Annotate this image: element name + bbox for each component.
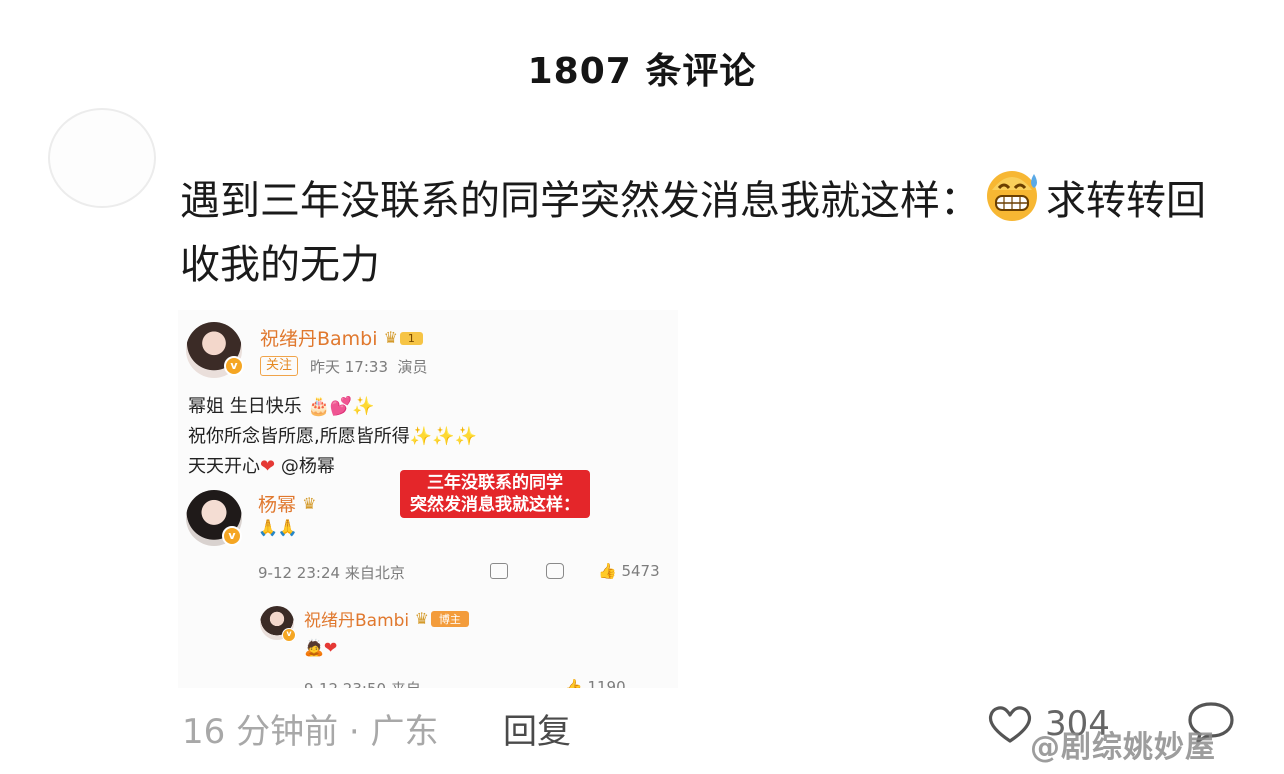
top-edge-dots [1060, 0, 1240, 4]
follow-button[interactable]: 关注 [260, 356, 299, 376]
mention-link[interactable]: @杨幂 [281, 456, 335, 477]
comment-icon[interactable] [546, 563, 564, 579]
reply-button[interactable]: 回复 [503, 704, 571, 753]
thumbs-up-icon[interactable]: 👍 [598, 562, 617, 580]
post-author-name: 祝绪丹Bambi ♛ 1 [260, 324, 423, 351]
subreply-author-name: 祝绪丹Bambi ♛ 博主 [304, 606, 469, 631]
blogger-badge: 博主 [430, 611, 469, 627]
fan-level-badge: 1 [399, 332, 423, 345]
reply-author-name: 杨幂 ♛ [258, 494, 317, 516]
embedded-screenshot[interactable]: v 祝绪丹Bambi ♛ 1 关注 昨天 17:33 演员 幂姐 生日快乐 🎂💕✨… [178, 310, 678, 688]
subreply-meta-row-partial: 9-12 23:50 来自 👍 1190 [304, 678, 674, 688]
comment-location: · 广东 [348, 712, 439, 752]
comment-text-part1: 遇到三年没联系的同学突然发消息我就这样： [180, 178, 980, 224]
post-line-2: 祝你所念皆所愿,所愿皆所得 [188, 426, 410, 447]
verified-badge-icon: v [224, 356, 244, 376]
pray-hands-emoji-icon: 🙏🙏 [258, 518, 298, 537]
crown-icon: ♛ [414, 609, 429, 628]
post-meta: 昨天 17:33 演员 [310, 358, 428, 376]
share-icon[interactable] [490, 563, 508, 579]
comment-timestamp: 16 分钟前 · 广东 [182, 712, 439, 752]
crown-icon: ♛ [302, 494, 317, 513]
heart-like-icon[interactable] [986, 703, 1034, 745]
cake-heart-emoji-icon: 🎂💕✨ [301, 396, 375, 417]
watermark: @剧综姚妙屋 [1030, 730, 1216, 765]
comment-count-title: 1807 条评论 [527, 51, 757, 92]
crown-icon: ♛ [383, 328, 398, 347]
red-heart-icon: ❤ [260, 456, 276, 477]
red-caption-label: 三年没联系的同学 突然发消息我就这样： [400, 470, 590, 518]
commenter-avatar[interactable] [48, 108, 156, 208]
sparkles-icon: ✨✨✨ [409, 426, 477, 447]
comment-body: 遇到三年没联系的同学突然发消息我就这样： 求转转回收我的无力 [180, 166, 1240, 297]
verified-badge-icon: v [222, 526, 242, 546]
post-line-3: 天天开心 [188, 456, 260, 477]
thumbs-up-icon: 👍 1190 [564, 678, 626, 688]
reply-meta-row: 9-12 23:24 来自北京 👍 5473 [258, 562, 660, 582]
verified-badge-icon: v [282, 628, 296, 642]
reply-emoji-icon: 🙇❤ [304, 638, 338, 657]
post-line-1: 幂姐 生日快乐 [188, 396, 302, 417]
post-body: 幂姐 生日快乐 🎂💕✨ 祝你所念皆所愿,所愿皆所得✨✨✨ 天天开心❤ @杨幂 [188, 392, 477, 482]
grinning-sweat-emoji-icon [987, 171, 1037, 221]
